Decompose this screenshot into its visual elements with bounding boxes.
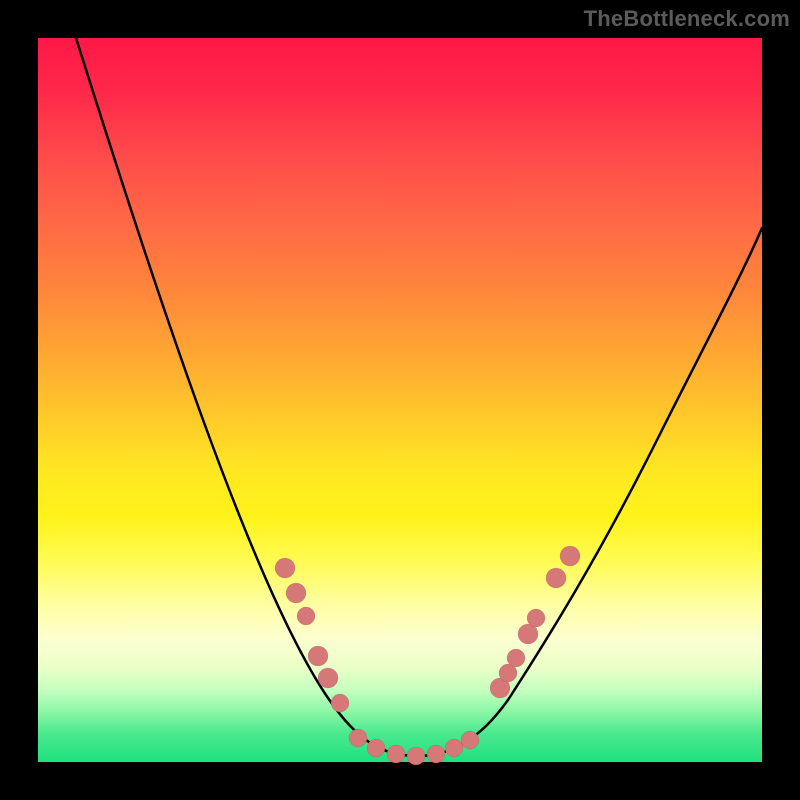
data-point <box>546 568 566 588</box>
data-point <box>461 731 479 749</box>
bottleneck-curve <box>76 38 762 756</box>
data-point <box>387 745 405 763</box>
data-point <box>308 646 328 666</box>
data-point <box>297 607 315 625</box>
data-point <box>286 583 306 603</box>
data-point <box>427 745 445 763</box>
data-point <box>560 546 580 566</box>
data-point <box>507 649 525 667</box>
data-point <box>318 668 338 688</box>
data-point <box>527 609 545 627</box>
data-point <box>407 747 425 765</box>
watermark-text: TheBottleneck.com <box>584 6 790 32</box>
marker-group <box>275 546 580 765</box>
data-point <box>275 558 295 578</box>
plot-area <box>38 38 762 762</box>
data-point <box>331 694 349 712</box>
data-point <box>445 739 463 757</box>
data-point <box>367 739 385 757</box>
data-point <box>349 729 367 747</box>
chart-svg <box>38 38 762 762</box>
chart-frame: TheBottleneck.com <box>0 0 800 800</box>
